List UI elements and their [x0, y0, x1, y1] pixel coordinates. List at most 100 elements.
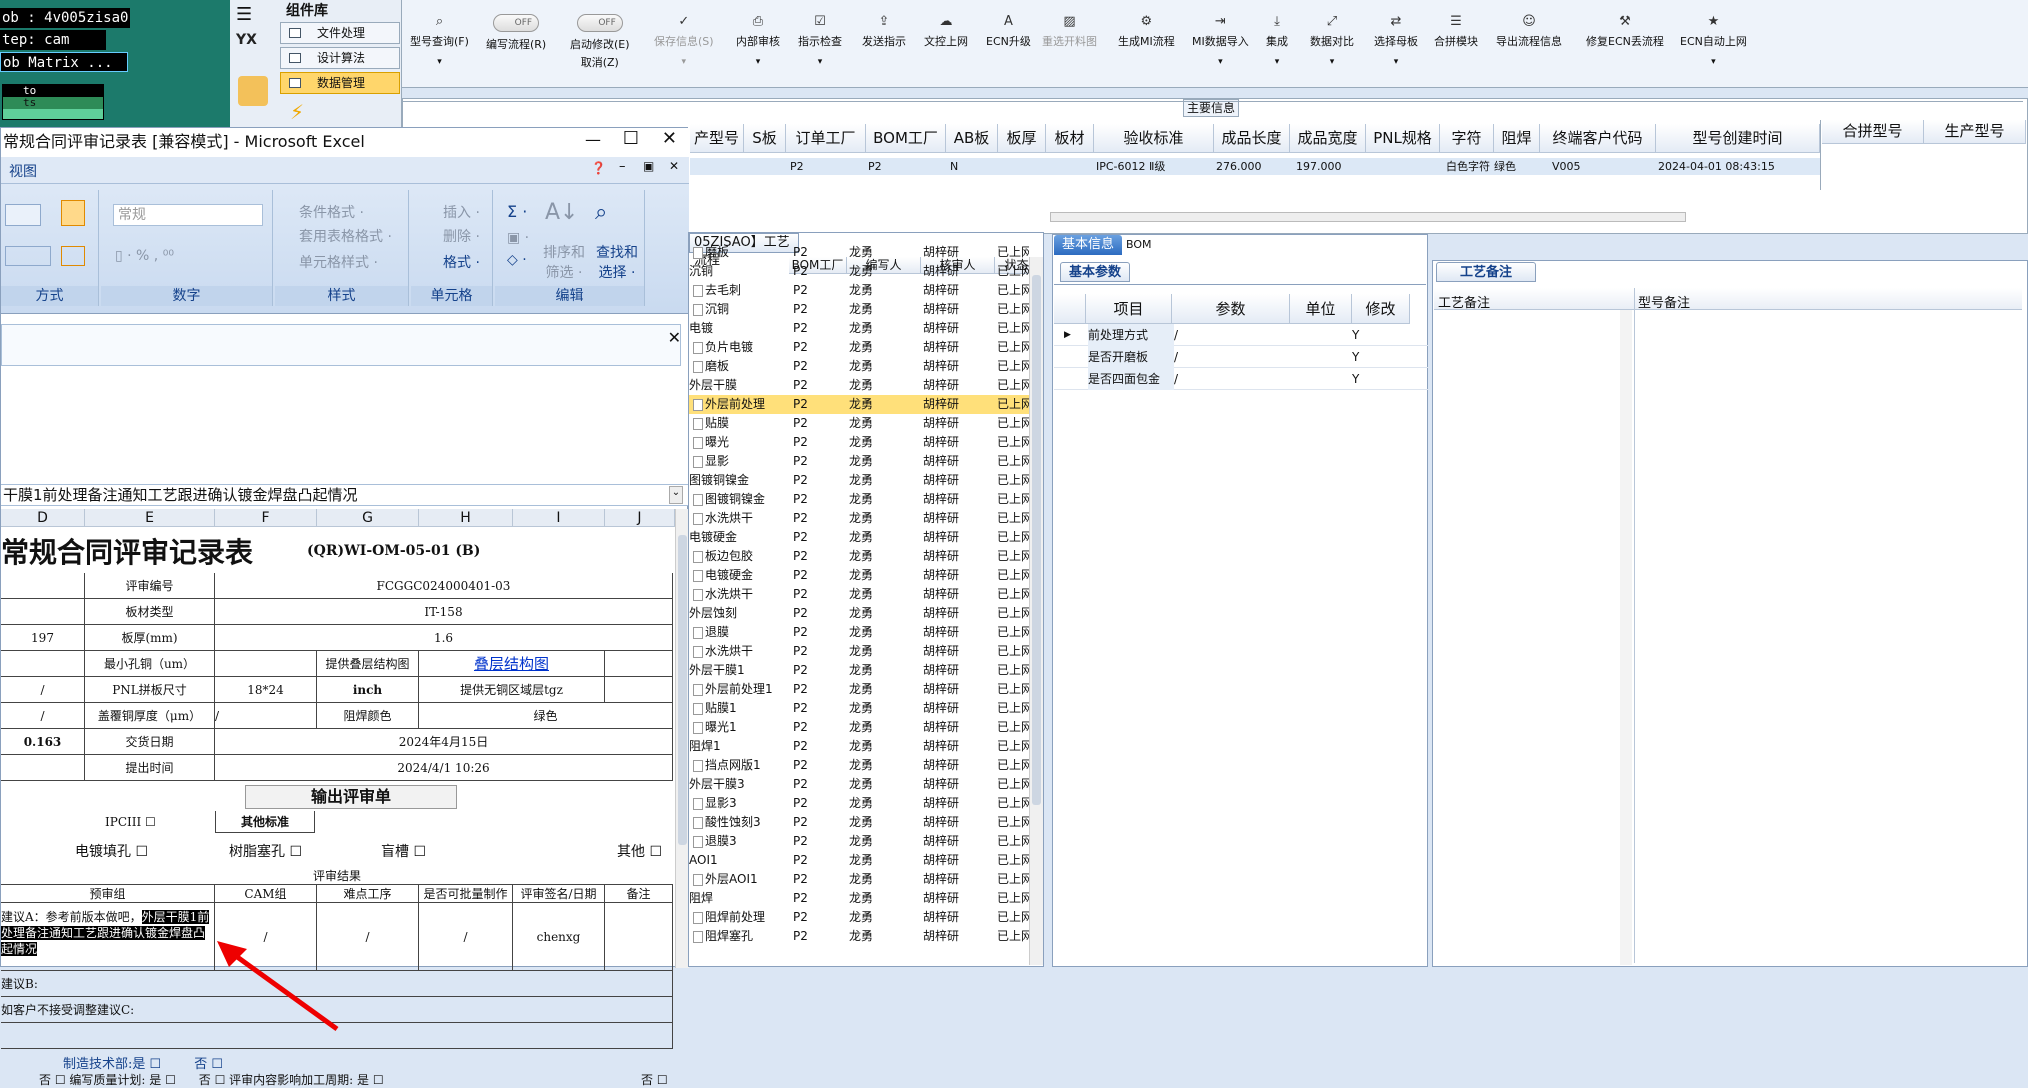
- toolbar-button[interactable]: ▨ 重选开料图: [1042, 14, 1097, 49]
- process-row[interactable]: 电镀硬金 P2 龙勇 胡梓研 已上网: [689, 566, 1029, 585]
- param-mod[interactable]: Y: [1352, 346, 1402, 368]
- sheet-cell[interactable]: 0.163: [1, 729, 85, 755]
- main-col-header[interactable]: 字符: [1440, 124, 1494, 153]
- main-col-header[interactable]: 板厚: [998, 124, 1046, 153]
- main-col-header[interactable]: AB板: [946, 124, 998, 153]
- maximize-icon[interactable]: ☐: [623, 128, 639, 149]
- toolbar-button[interactable]: ✓ 保存信息(S) ▾: [654, 14, 714, 67]
- process-row[interactable]: 水洗烘干 P2 龙勇 胡梓研 已上网: [689, 642, 1029, 661]
- toolbar-button[interactable]: ⇪ 发送指示: [862, 14, 906, 49]
- dropdown-arrow-icon[interactable]: ▾: [798, 57, 842, 67]
- process-row[interactable]: 外层干膜3 P2 龙勇 胡梓研 已上网: [689, 775, 1029, 794]
- sheet-cell[interactable]: 提供无铜区域层tgz: [419, 677, 605, 703]
- layer-row[interactable]: to: [3, 85, 103, 97]
- cell-style-button[interactable]: 单元格样式 ·: [299, 252, 378, 272]
- sheet-cell[interactable]: 备注: [605, 885, 673, 903]
- process-row[interactable]: 水洗烘干 P2 龙勇 胡梓研 已上网: [689, 585, 1029, 604]
- subtab-basic-params[interactable]: 基本参数: [1060, 262, 1131, 282]
- sheet-cell[interactable]: /: [1, 703, 85, 729]
- toolbar-button[interactable]: ☺ 导出流程信息: [1496, 14, 1562, 49]
- col-param[interactable]: 参数: [1172, 294, 1290, 324]
- toolbar-button[interactable]: ⌕ 型号查询(F) ▾: [410, 14, 469, 67]
- main-col-header[interactable]: 成品宽度: [1290, 124, 1366, 153]
- main-hscroll[interactable]: [1050, 212, 1686, 222]
- sheet-cell[interactable]: 评审签名/日期: [513, 885, 605, 903]
- border-icon[interactable]: [61, 246, 85, 266]
- toolbar-button[interactable]: OFF 启动修改(E) 取消(Z): [570, 14, 630, 70]
- dropdown-arrow-icon[interactable]: ▾: [654, 57, 714, 67]
- process-row[interactable]: 挡点网版1 P2 龙勇 胡梓研 已上网: [689, 756, 1029, 775]
- toolbar-button[interactable]: ☁ 文控上网: [924, 14, 968, 49]
- toggle-switch[interactable]: OFF: [493, 14, 540, 32]
- process-row[interactable]: 电镀硬金 P2 龙勇 胡梓研 已上网: [689, 528, 1029, 547]
- process-row[interactable]: 沉铜 P2 龙勇 胡梓研 已上网: [689, 300, 1029, 319]
- ribbon-restore-icon[interactable]: ▣: [643, 159, 654, 173]
- sheet-cell[interactable]: 阻焊颜色: [317, 703, 419, 729]
- param-row[interactable]: ▶ 前处理方式 / Y: [1054, 324, 1428, 346]
- find-select-button[interactable]: 查找和选择 ·: [591, 242, 643, 282]
- toolbar-button[interactable]: ⇄ 选择母板 ▾: [1374, 14, 1418, 67]
- conditional-format-button[interactable]: 条件格式 ·: [299, 202, 364, 222]
- sheet-cell[interactable]: 197: [1, 625, 85, 651]
- column-letter[interactable]: J: [605, 509, 675, 527]
- delete-button[interactable]: 删除 ·: [443, 226, 480, 246]
- process-row[interactable]: AOI1 P2 龙勇 胡梓研 已上网: [689, 851, 1029, 870]
- sheet-cell[interactable]: 提供叠层结构图: [317, 651, 419, 677]
- dropdown-arrow-icon[interactable]: ▾: [736, 57, 780, 67]
- sheet-cell[interactable]: chenxg: [513, 903, 605, 971]
- sheet-cell[interactable]: 2024/4/1 10:26: [215, 755, 673, 781]
- indent-icon[interactable]: [5, 246, 51, 266]
- minimize-icon[interactable]: —: [585, 130, 601, 149]
- main-col-header[interactable]: 产型号: [690, 124, 744, 153]
- col-modify[interactable]: 修改: [1352, 294, 1410, 324]
- process-row[interactable]: 阻焊1 P2 龙勇 胡梓研 已上网: [689, 737, 1029, 756]
- check-option[interactable]: 电镀填孔 ☐: [75, 841, 148, 861]
- fill-icon[interactable]: ▣ ·: [507, 230, 529, 246]
- process-row[interactable]: 外层AOI1 P2 龙勇 胡梓研 已上网: [689, 870, 1029, 889]
- sheet-cell[interactable]: 板材类型: [85, 599, 215, 625]
- ipc-checkbox[interactable]: IPCIII ☐: [105, 815, 156, 829]
- sheet-cell[interactable]: 板厚(mm): [85, 625, 215, 651]
- sheet-cell[interactable]: 难点工序: [317, 885, 419, 903]
- process-row[interactable]: 外层前处理 P2 龙勇 胡梓研 已上网: [689, 395, 1029, 414]
- process-row[interactable]: 酸性蚀刻3 P2 龙勇 胡梓研 已上网: [689, 813, 1029, 832]
- tab-basic-info[interactable]: 基本信息: [1054, 235, 1123, 255]
- stacked-structure-link[interactable]: 叠层结构图: [419, 651, 605, 677]
- main-col-header[interactable]: PNL规格: [1366, 124, 1440, 153]
- quality-plan-check[interactable]: 否 ☐ 编写质量计划: 是 ☐ 否 ☐ 评审内容影响加工周期: 是 ☐: [39, 1071, 384, 1088]
- main-col-header[interactable]: BOM工厂: [866, 124, 946, 153]
- toolbar-button[interactable]: ☑ 指示检查 ▾: [798, 14, 842, 67]
- process-vscroll[interactable]: [1029, 257, 1043, 965]
- sheet-cell[interactable]: CAM组: [215, 885, 317, 903]
- sheet-cell[interactable]: [1, 599, 85, 625]
- process-row[interactable]: 外层干膜1 P2 龙勇 胡梓研 已上网: [689, 661, 1029, 680]
- process-row[interactable]: 曝光1 P2 龙勇 胡梓研 已上网: [689, 718, 1029, 737]
- close-icon[interactable]: ✕: [662, 128, 677, 149]
- layer-row[interactable]: ts: [3, 97, 103, 109]
- cam-layer-box[interactable]: to ts: [2, 84, 104, 120]
- param-row[interactable]: 是否开磨板 / Y: [1054, 346, 1428, 368]
- insert-button[interactable]: 插入 ·: [443, 202, 480, 222]
- nav-item-file[interactable]: 文件处理: [280, 22, 400, 44]
- nav-item-algorithm[interactable]: 设计算法: [280, 47, 400, 69]
- sheet-cell[interactable]: 其他标准: [215, 811, 315, 833]
- sheet-cell[interactable]: 最小孔铜（um）: [85, 651, 215, 677]
- toggle-switch[interactable]: OFF: [576, 14, 623, 32]
- expand-formula-icon[interactable]: ⌄: [669, 486, 683, 504]
- sheet-cell[interactable]: /: [419, 903, 513, 971]
- process-row[interactable]: 曝光 P2 龙勇 胡梓研 已上网: [689, 433, 1029, 452]
- lightning-icon[interactable]: ⚡: [290, 100, 304, 124]
- last-check[interactable]: 否 ☐: [641, 1071, 668, 1088]
- process-row[interactable]: 负片电镀 P2 龙勇 胡梓研 已上网: [689, 338, 1029, 357]
- nav-item-data[interactable]: 数据管理: [280, 72, 400, 94]
- sort-filter-button[interactable]: 排序和筛选 ·: [539, 242, 589, 282]
- sheet-cell[interactable]: 18*24: [215, 677, 317, 703]
- process-row[interactable]: 贴膜1 P2 龙勇 胡梓研 已上网: [689, 699, 1029, 718]
- format-button[interactable]: 格式 ·: [443, 252, 480, 272]
- sheet-cell[interactable]: [605, 903, 673, 971]
- process-row[interactable]: 外层前处理1 P2 龙勇 胡梓研 已上网: [689, 680, 1029, 699]
- percent-button[interactable]: ▯ · % , ⁰⁰: [115, 248, 174, 264]
- process-row[interactable]: 磨板 P2 龙勇 胡梓研 已上网: [689, 243, 1029, 262]
- process-row[interactable]: 阻焊前处理 P2 龙勇 胡梓研 已上网: [689, 908, 1029, 927]
- sheet-cell[interactable]: IT-158: [215, 599, 673, 625]
